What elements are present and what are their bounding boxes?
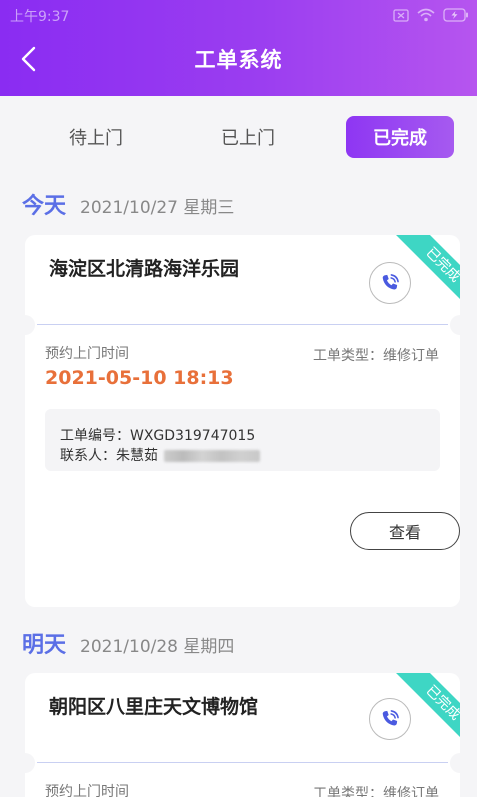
tab-pending[interactable]: 待上门 xyxy=(42,116,150,158)
contact-name: 联系人：朱慧茹 xyxy=(60,448,158,464)
card-divider xyxy=(37,324,448,325)
status-icons xyxy=(393,7,469,23)
status-ribbon-label: 已完成 xyxy=(395,673,460,747)
wifi-icon xyxy=(417,8,435,22)
tab-visited[interactable]: 已上门 xyxy=(194,116,302,158)
page-title: 工单系统 xyxy=(194,48,283,72)
battery-charging-icon xyxy=(443,8,468,22)
order-card[interactable]: 朝阳区八里庄天文博物馆 已完成 预约上门时间 工单类型：维修订单 xyxy=(25,673,460,797)
appointment-label: 预约上门时间 xyxy=(45,784,129,797)
sim-icon xyxy=(393,8,409,22)
card-header: 海淀区北清路海洋乐园 已完成 xyxy=(25,235,460,325)
order-type: 工单类型：维修订单 xyxy=(313,786,439,797)
order-number: 工单编号：WXGD319747015 xyxy=(60,428,256,444)
card-divider xyxy=(37,762,448,763)
order-address: 朝阳区八里庄天文博物馆 xyxy=(49,696,259,718)
day-label: 今天 xyxy=(22,194,67,219)
order-address: 海淀区北清路海洋乐园 xyxy=(49,258,240,280)
ticket-notch xyxy=(450,315,460,335)
order-card[interactable]: 海淀区北清路海洋乐园 已完成 预约上门时间 工单类型：维修订单 2021-05-… xyxy=(25,235,460,607)
status-time: 上午9:37 xyxy=(10,9,70,25)
status-ribbon-label: 已完成 xyxy=(395,235,460,309)
day-heading: 明天 2021/10/28 星期四 xyxy=(22,627,235,658)
tab-completed[interactable]: 已完成 xyxy=(346,116,454,158)
day-date: 2021/10/28 星期四 xyxy=(80,637,235,657)
status-bar: 上午9:37 xyxy=(0,0,477,30)
status-ribbon: 已完成 xyxy=(386,235,460,309)
contact-line: 联系人：朱慧茹 xyxy=(60,445,260,465)
appointment-time: 2021-05-10 18:13 xyxy=(45,367,234,389)
day-date: 2021/10/27 星期三 xyxy=(80,198,235,218)
app-header: 上午9:37 工单系统 xyxy=(0,0,477,96)
view-button[interactable]: 查看 xyxy=(350,512,460,550)
card-header: 朝阳区八里庄天文博物馆 已完成 xyxy=(25,673,460,763)
day-heading: 今天 2021/10/27 星期三 xyxy=(22,188,235,219)
order-info-box: 工单编号：WXGD319747015 联系人：朱慧茹 xyxy=(45,409,440,471)
status-ribbon: 已完成 xyxy=(386,673,460,747)
status-tabs: 待上门 已上门 已完成 xyxy=(0,116,477,158)
ticket-notch xyxy=(450,753,460,773)
redacted-phone xyxy=(164,450,260,462)
day-label: 明天 xyxy=(22,633,67,658)
order-type: 工单类型：维修订单 xyxy=(313,348,439,364)
appointment-label: 预约上门时间 xyxy=(45,346,129,362)
